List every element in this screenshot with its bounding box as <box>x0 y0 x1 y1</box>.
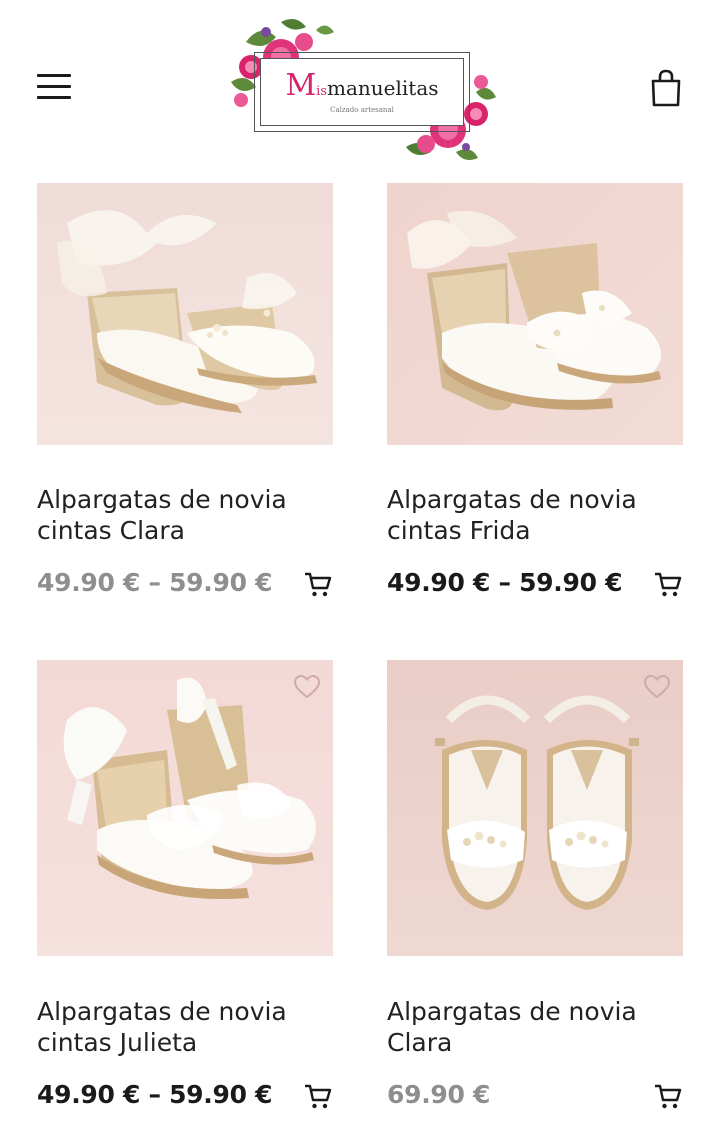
product-title-line: Alpargatas de novia <box>387 997 637 1026</box>
wishlist-heart-icon[interactable] <box>293 674 321 700</box>
product-image[interactable] <box>37 183 333 445</box>
product-image[interactable] <box>387 660 683 956</box>
product-price: 49.90 € – 59.90 € <box>37 568 273 597</box>
site-logo[interactable]: Mismanuelitas Calzado artesanal <box>226 12 498 164</box>
add-to-cart-icon[interactable] <box>303 1081 333 1111</box>
hamburger-menu-icon[interactable] <box>37 72 71 100</box>
product-title-line: cintas Julieta <box>37 1028 198 1057</box>
shopping-bag-icon[interactable] <box>650 68 682 108</box>
product-price: 49.90 € – 59.90 € <box>37 1080 273 1109</box>
logo-small-text: is <box>316 84 328 99</box>
product-title[interactable]: Alpargatas de novia Clara <box>387 996 683 1058</box>
logo-initial: M <box>285 68 317 103</box>
product-card: Alpargatas de novia Clara 69.90 € <box>387 660 683 1130</box>
logo-name: manuelitas <box>327 76 439 100</box>
site-header: Mismanuelitas Calzado artesanal <box>0 0 720 170</box>
logo-wordmark: Mismanuelitas <box>266 68 458 103</box>
product-image[interactable] <box>387 183 683 445</box>
wishlist-heart-icon[interactable] <box>643 674 671 700</box>
product-price: 49.90 € – 59.90 € <box>387 568 623 597</box>
product-card: Alpargatas de novia cintas Julieta 49.90… <box>37 660 333 1130</box>
product-price: 69.90 € <box>387 1080 491 1109</box>
product-title-line: Alpargatas de novia <box>387 485 637 514</box>
product-image[interactable] <box>37 660 333 956</box>
add-to-cart-icon[interactable] <box>653 1081 683 1111</box>
product-card: Alpargatas de novia cintas Frida 49.90 €… <box>387 183 683 613</box>
product-title-line: Alpargatas de novia <box>37 997 287 1026</box>
product-card: Alpargatas de novia cintas Clara 49.90 €… <box>37 183 333 613</box>
product-title-line: cintas Clara <box>37 516 185 545</box>
product-title-line: Clara <box>387 1028 453 1057</box>
product-title[interactable]: Alpargatas de novia cintas Clara <box>37 484 333 546</box>
add-to-cart-icon[interactable] <box>303 569 333 599</box>
product-title-line: cintas Frida <box>387 516 531 545</box>
product-title-line: Alpargatas de novia <box>37 485 287 514</box>
logo-tagline: Calzado artesanal <box>330 106 394 114</box>
product-grid: Alpargatas de novia cintas Clara 49.90 €… <box>0 0 720 1148</box>
product-title[interactable]: Alpargatas de novia cintas Julieta <box>37 996 333 1058</box>
product-title[interactable]: Alpargatas de novia cintas Frida <box>387 484 683 546</box>
add-to-cart-icon[interactable] <box>653 569 683 599</box>
